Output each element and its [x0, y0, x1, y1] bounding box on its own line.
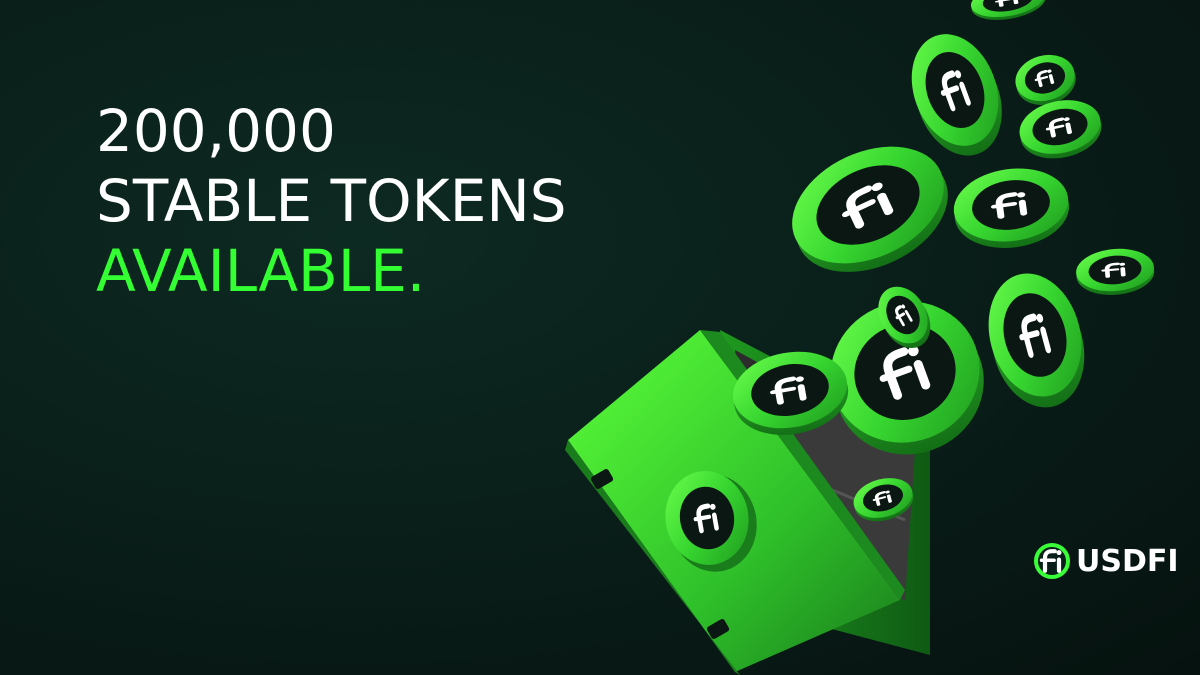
fi-coin-icon — [975, 263, 1097, 418]
vault-coins-illustration — [565, 0, 1200, 675]
fi-coin-icon — [1014, 93, 1106, 165]
fi-coin-icon — [1074, 246, 1156, 298]
fi-coin-icon — [968, 0, 1048, 25]
fi-coin-icon — [897, 22, 1017, 168]
brand-logo: USDFI — [1034, 541, 1179, 581]
promo-banner: 200,000 STABLE TOKENS AVAILABLE. USDFI — [0, 0, 1200, 675]
fi-logo-icon — [1034, 543, 1070, 579]
brand-name: USDFI — [1076, 543, 1179, 579]
fi-coin-icon — [949, 161, 1074, 255]
fi-coin-icon — [773, 124, 966, 295]
